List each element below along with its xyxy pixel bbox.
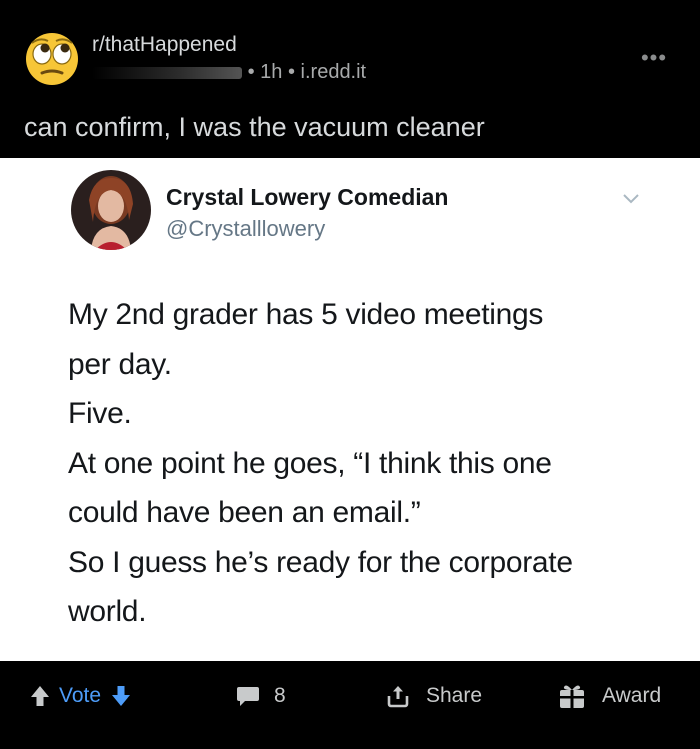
tweet-line: could have been an email.” <box>68 496 421 529</box>
rolling-eyes-emoji-icon[interactable] <box>24 31 80 87</box>
share-icon <box>387 686 409 708</box>
chevron-down-icon <box>623 194 639 204</box>
post-image[interactable]: Crystal Lowery Comedian @Crystalllowery … <box>0 158 700 661</box>
post-header: r/thatHappened • 1h • i.redd.it ••• can … <box>0 0 700 158</box>
gift-award-icon <box>560 685 584 708</box>
tweet-line: At one point he goes, “I think this one <box>68 446 552 480</box>
redacted-username <box>92 66 242 79</box>
meta-separator-2: • <box>287 61 295 83</box>
tweet-line: world. <box>68 595 147 628</box>
tweet-line: My 2nd grader has 5 video meetings <box>68 298 544 331</box>
tweet-line: Five. <box>68 397 132 430</box>
award-label: Award <box>602 684 662 707</box>
subreddit-name[interactable]: r/thatHappened <box>92 33 237 57</box>
upvote-arrow-icon[interactable] <box>30 685 50 707</box>
post-age: 1h <box>260 61 283 83</box>
vote-group: Vote <box>30 661 131 731</box>
share-button[interactable]: Share <box>386 661 482 731</box>
meta-separator: • <box>247 61 255 83</box>
more-options-icon[interactable]: ••• <box>640 47 668 69</box>
tweet-text: My 2nd grader has 5 video meetings per d… <box>68 290 668 637</box>
post-title[interactable]: can confirm, I was the vacuum cleaner <box>24 112 485 143</box>
tweet-handle: @Crystalllowery <box>166 216 326 241</box>
post-domain[interactable]: i.redd.it <box>301 61 367 83</box>
tweet-avatar <box>71 170 151 250</box>
vote-label: Vote <box>59 684 102 707</box>
comments-button[interactable]: 8 <box>236 661 286 731</box>
share-label: Share <box>426 684 483 707</box>
downvote-arrow-icon[interactable] <box>111 685 131 707</box>
tweet-line: So I guess he’s ready for the corporate <box>68 545 573 579</box>
post-meta: • 1h • i.redd.it <box>92 61 366 84</box>
comment-bubble-icon <box>237 687 259 706</box>
tweet-line: per day. <box>68 347 172 381</box>
action-bar: Vote 8 Share Award <box>0 661 700 749</box>
tweet-display-name: Crystal Lowery Comedian <box>166 184 449 210</box>
award-button[interactable]: Award <box>558 661 661 731</box>
comment-count: 8 <box>274 684 286 707</box>
